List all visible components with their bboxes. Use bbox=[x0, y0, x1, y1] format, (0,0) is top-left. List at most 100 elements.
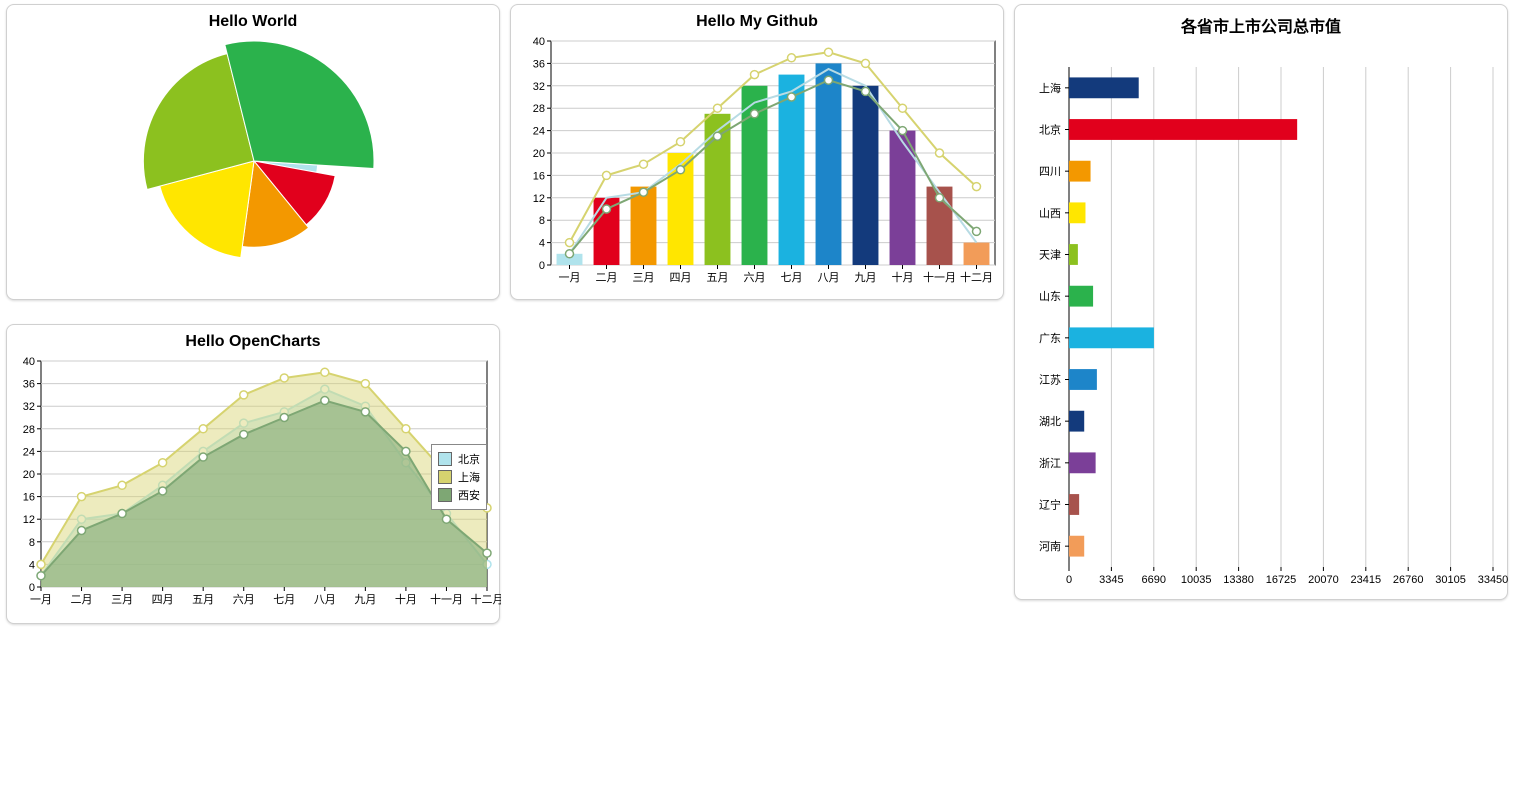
legend-label: 西安 bbox=[458, 487, 480, 503]
svg-text:16: 16 bbox=[23, 492, 35, 504]
area-marker bbox=[159, 487, 167, 495]
hbar bbox=[1069, 119, 1297, 140]
area-marker bbox=[37, 572, 45, 580]
svg-text:十一月: 十一月 bbox=[923, 270, 956, 284]
svg-text:五月: 五月 bbox=[707, 272, 729, 284]
svg-text:十月: 十月 bbox=[395, 592, 417, 606]
area-marker bbox=[280, 374, 288, 382]
svg-text:九月: 九月 bbox=[855, 271, 877, 284]
chart-card-barline: Hello My Github 0481216202428323640一月二月三… bbox=[510, 4, 1004, 300]
bar bbox=[890, 131, 916, 265]
svg-text:24: 24 bbox=[533, 126, 545, 138]
svg-text:浙江: 浙江 bbox=[1039, 457, 1061, 470]
line-marker bbox=[825, 76, 833, 84]
chart-card-hbar: 各省市上市公司总市值 03345669010035133801672520070… bbox=[1014, 4, 1508, 600]
chart-title-hbar: 各省市上市公司总市值 bbox=[1015, 13, 1507, 37]
svg-text:三月: 三月 bbox=[111, 594, 133, 606]
legend-item: 西安 bbox=[438, 487, 480, 503]
area-marker bbox=[159, 459, 167, 467]
line-series bbox=[570, 80, 977, 254]
chart-card-area: Hello OpenCharts 0481216202428323640一月二月… bbox=[6, 324, 500, 624]
svg-text:八月: 八月 bbox=[314, 594, 336, 606]
hbar bbox=[1069, 494, 1079, 515]
chart-card-pie: Hello World bbox=[6, 4, 500, 300]
legend-item: 上海 bbox=[438, 469, 480, 485]
svg-text:28: 28 bbox=[23, 424, 35, 436]
line-marker bbox=[825, 48, 833, 56]
hbar bbox=[1069, 244, 1078, 265]
svg-text:0: 0 bbox=[29, 582, 35, 594]
line-marker bbox=[936, 149, 944, 157]
svg-text:36: 36 bbox=[533, 58, 545, 70]
bar bbox=[853, 86, 879, 265]
line-marker bbox=[862, 59, 870, 67]
svg-text:三月: 三月 bbox=[633, 272, 655, 284]
svg-text:32: 32 bbox=[23, 401, 35, 413]
svg-text:湖北: 湖北 bbox=[1039, 415, 1061, 428]
svg-text:二月: 二月 bbox=[596, 272, 618, 284]
svg-text:26760: 26760 bbox=[1393, 574, 1424, 586]
line-marker bbox=[751, 110, 759, 118]
area-marker bbox=[442, 515, 450, 523]
hbar bbox=[1069, 369, 1097, 390]
svg-text:30105: 30105 bbox=[1435, 574, 1466, 586]
legend-swatch bbox=[438, 488, 452, 502]
line-marker bbox=[788, 54, 796, 62]
svg-text:八月: 八月 bbox=[818, 272, 840, 284]
legend-swatch bbox=[438, 452, 452, 466]
hbar bbox=[1069, 411, 1084, 432]
area-legend: 北京 上海 西安 bbox=[431, 444, 487, 510]
area-marker bbox=[402, 447, 410, 455]
svg-text:北京: 北京 bbox=[1039, 123, 1061, 137]
svg-text:8: 8 bbox=[29, 537, 35, 549]
line-marker bbox=[677, 138, 685, 146]
svg-text:天津: 天津 bbox=[1039, 249, 1061, 262]
svg-text:40: 40 bbox=[533, 36, 545, 48]
area-marker bbox=[118, 510, 126, 518]
line-marker bbox=[566, 250, 574, 258]
svg-text:辽宁: 辽宁 bbox=[1039, 498, 1061, 512]
line-series bbox=[570, 69, 977, 254]
legend-swatch bbox=[438, 470, 452, 484]
svg-text:20: 20 bbox=[533, 148, 545, 160]
svg-text:16725: 16725 bbox=[1266, 574, 1297, 586]
line-marker bbox=[936, 194, 944, 202]
hbar bbox=[1069, 452, 1096, 473]
area-marker bbox=[240, 430, 248, 438]
area-marker bbox=[78, 527, 86, 535]
line-marker bbox=[603, 205, 611, 213]
bar bbox=[964, 243, 990, 265]
area-marker bbox=[280, 414, 288, 422]
line-marker bbox=[973, 183, 981, 191]
svg-text:七月: 七月 bbox=[781, 271, 803, 284]
svg-text:十月: 十月 bbox=[892, 270, 914, 284]
hbar-chart: 0334566901003513380167252007023415267603… bbox=[1015, 37, 1509, 597]
line-marker bbox=[603, 171, 611, 179]
chart-title-pie: Hello World bbox=[7, 13, 499, 31]
svg-text:七月: 七月 bbox=[273, 593, 295, 606]
area-marker bbox=[361, 380, 369, 388]
hbar bbox=[1069, 327, 1154, 348]
svg-text:江苏: 江苏 bbox=[1039, 374, 1061, 387]
area-marker bbox=[118, 481, 126, 489]
area-chart: 0481216202428323640一月二月三月四月五月六月七月八月九月十月十… bbox=[7, 351, 501, 617]
area-marker bbox=[240, 391, 248, 399]
line-series bbox=[570, 52, 977, 242]
area-marker bbox=[199, 453, 207, 461]
barline-chart: 0481216202428323640一月二月三月四月五月六月七月八月九月十月十… bbox=[511, 31, 1005, 295]
hbar bbox=[1069, 77, 1139, 98]
svg-text:32: 32 bbox=[533, 81, 545, 93]
svg-text:四月: 四月 bbox=[670, 272, 692, 284]
legend-label: 北京 bbox=[458, 451, 480, 467]
svg-text:一月: 一月 bbox=[30, 594, 52, 606]
area-marker bbox=[321, 397, 329, 405]
svg-text:40: 40 bbox=[23, 356, 35, 368]
area-marker bbox=[402, 425, 410, 433]
page: Hello World Hello My Github 048121620242… bbox=[0, 0, 1520, 800]
svg-text:28: 28 bbox=[533, 103, 545, 115]
line-marker bbox=[899, 104, 907, 112]
svg-text:十二月: 十二月 bbox=[471, 592, 502, 606]
svg-text:4: 4 bbox=[539, 238, 545, 250]
area-marker bbox=[321, 368, 329, 376]
svg-text:河南: 河南 bbox=[1039, 540, 1061, 553]
